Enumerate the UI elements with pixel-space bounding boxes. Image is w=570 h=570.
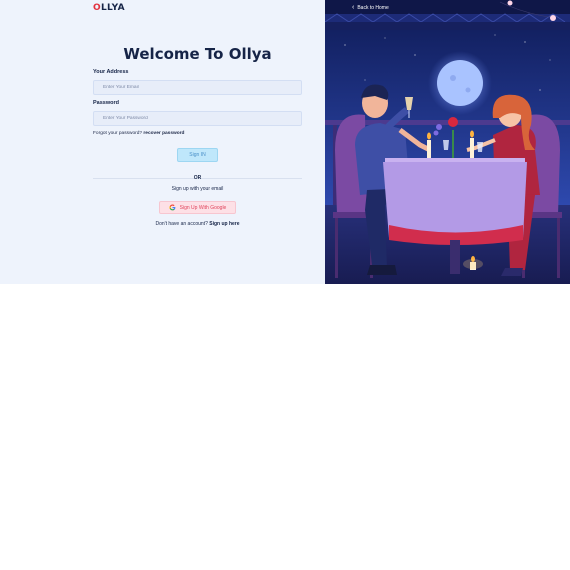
logo-o: O: [93, 3, 101, 13]
romantic-dinner-illustration: [325, 0, 570, 284]
password-field[interactable]: [93, 111, 302, 126]
no-account-text: Don't have an account?: [155, 221, 208, 227]
back-to-home-label: Back to Home: [357, 4, 389, 11]
signup-here-link[interactable]: Sign up here: [209, 221, 239, 227]
google-signup-label: Sign Up With Google: [179, 204, 227, 211]
no-account-row: Don't have an account? Sign up here: [93, 221, 302, 227]
logo-text: LLYA: [100, 3, 125, 13]
ollya-logo[interactable]: OLLYA: [93, 3, 125, 13]
email-field[interactable]: [93, 80, 302, 95]
hero-illustration: [325, 0, 570, 284]
back-to-home-link[interactable]: ‹ Back to Home: [352, 4, 389, 11]
email-label: Your Address: [93, 69, 129, 75]
google-signup-button[interactable]: Sign Up With Google: [159, 201, 236, 214]
login-panel: OLLYA Welcome To Ollya Your Address Pass…: [0, 0, 325, 284]
chevron-left-icon: ‹: [352, 4, 355, 11]
forgot-text: Forgot your password?: [93, 131, 143, 136]
signup-email-text: Sign up with your email: [171, 186, 224, 192]
page-title: Welcome To Ollya: [123, 45, 272, 63]
password-label: Password: [93, 100, 119, 106]
google-icon: [169, 204, 175, 211]
or-text: OR: [193, 175, 202, 181]
sign-in-button[interactable]: Sign IN: [177, 148, 218, 162]
recover-password-link[interactable]: recover password: [143, 131, 184, 136]
forgot-password-row: Forgot your password? recover password: [93, 131, 184, 136]
